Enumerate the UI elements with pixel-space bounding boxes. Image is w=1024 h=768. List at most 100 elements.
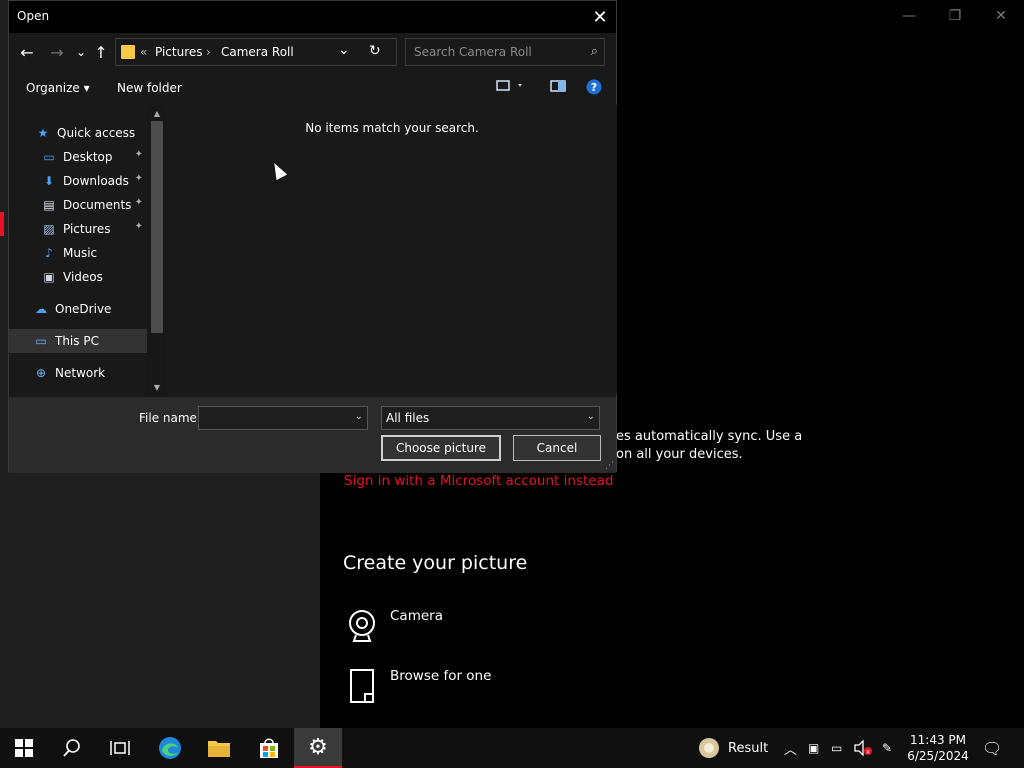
settings-taskbar-button[interactable]: ⚙: [294, 728, 342, 768]
nav-item-quick-access[interactable]: ★ Quick access: [9, 121, 147, 145]
svg-text:?: ?: [591, 81, 597, 94]
file-name-input[interactable]: [199, 407, 349, 429]
music-note-icon: ♪: [45, 246, 53, 260]
weather-widget[interactable]: Result: [698, 728, 768, 768]
nav-item-desktop[interactable]: ▭ Desktop ✦: [9, 145, 147, 169]
address-overflow-icon: «: [140, 45, 148, 59]
close-window-button[interactable]: ✕: [978, 6, 1024, 26]
edge-browser-icon: [159, 737, 181, 759]
new-folder-button[interactable]: New folder: [117, 81, 182, 95]
resize-grip-icon[interactable]: ⋰: [605, 461, 614, 471]
camera-option-label: Camera: [390, 608, 443, 624]
nav-item-videos[interactable]: ▣ Videos: [9, 265, 147, 289]
navigation-bar: ← → ⌄ ↑ « Pictures › Camera Roll ⌄ ↻ Sea…: [9, 33, 616, 71]
minimize-button[interactable]: —: [886, 6, 932, 26]
empty-message: No items match your search.: [305, 121, 479, 135]
maximize-button[interactable]: ❐: [932, 6, 978, 26]
search-input[interactable]: Search Camera Roll: [414, 45, 532, 59]
volume-muted-icon[interactable]: x: [854, 728, 872, 768]
open-dialog: Open ✕ ← → ⌄ ↑ « Pictures › Camera Roll …: [8, 0, 617, 473]
network-status-icon[interactable]: ▭: [831, 728, 842, 768]
breadcrumb-pictures[interactable]: Pictures: [155, 45, 203, 59]
browse-option-label: Browse for one: [390, 668, 492, 684]
search-icon: ⌕: [590, 44, 598, 59]
nav-item-this-pc[interactable]: ▭ This PC: [9, 329, 147, 353]
nav-item-label: Music: [63, 246, 98, 260]
file-type-select[interactable]: All files ⌄: [381, 406, 600, 430]
up-arrow-icon[interactable]: ↑: [91, 42, 111, 62]
nav-item-label: Pictures: [63, 222, 111, 236]
edge-taskbar-button[interactable]: [146, 728, 194, 768]
refresh-icon[interactable]: ↻: [369, 43, 381, 59]
nav-item-music[interactable]: ♪ Music: [9, 241, 147, 265]
nav-scrollbar-thumb[interactable]: [151, 121, 163, 333]
breadcrumb-camera-roll[interactable]: Camera Roll: [221, 45, 294, 59]
create-picture-heading: Create your picture: [343, 552, 528, 574]
store-bag-icon: [260, 738, 278, 758]
forward-arrow-icon[interactable]: →: [47, 42, 67, 62]
start-button[interactable]: [0, 728, 48, 768]
navigation-pane: ★ Quick access ▭ Desktop ✦ ⬇ Downloads ✦…: [9, 105, 165, 395]
sidebar-selection-indicator: [0, 212, 4, 236]
notification-center-icon[interactable]: 🗨: [982, 728, 1002, 768]
download-arrow-icon: ⬇: [43, 174, 55, 188]
video-icon: ▣: [43, 270, 55, 284]
system-clock[interactable]: 11:43 PM 6/25/2024: [906, 732, 970, 764]
nav-item-label: Network: [55, 366, 106, 380]
chevron-down-icon[interactable]: ⌄: [587, 411, 595, 422]
file-list[interactable]: No items match your search.: [167, 105, 617, 395]
nav-item-pictures[interactable]: ▨ Pictures ✦: [9, 217, 147, 241]
pin-icon: ✦: [134, 149, 143, 160]
weather-result-icon: [699, 738, 719, 758]
back-arrow-icon[interactable]: ←: [17, 42, 37, 62]
help-icon[interactable]: ?: [586, 79, 602, 98]
pin-icon: ✦: [134, 221, 143, 232]
pen-workspace-icon[interactable]: ✎: [882, 728, 892, 768]
scroll-up-icon[interactable]: ▲: [151, 107, 163, 119]
desktop-icon: ▭: [43, 150, 55, 164]
camera-option[interactable]: Camera: [344, 608, 443, 644]
cloud-icon: ☁: [35, 302, 47, 316]
browse-option[interactable]: Browse for one: [344, 668, 491, 704]
view-options-icon[interactable]: [496, 79, 526, 96]
task-view-button[interactable]: [96, 728, 144, 768]
choose-picture-button[interactable]: Choose picture: [381, 435, 501, 461]
microsoft-account-link[interactable]: Sign in with a Microsoft account instead: [344, 473, 613, 489]
pin-icon: ✦: [134, 197, 143, 208]
command-bar: Organize ▾ New folder ?: [9, 73, 616, 103]
chevron-down-icon[interactable]: ⌄: [355, 411, 363, 422]
clock-time: 11:43 PM: [910, 733, 966, 747]
file-name-combobox[interactable]: ⌄: [198, 406, 368, 430]
svg-text:x: x: [866, 749, 870, 756]
preview-pane-icon[interactable]: [550, 80, 566, 95]
nav-item-label: Documents: [63, 198, 132, 212]
dialog-close-button[interactable]: ✕: [584, 1, 616, 33]
weather-result-label: Result: [728, 740, 769, 756]
meet-now-icon[interactable]: ▣: [808, 728, 819, 768]
folder-icon: [121, 45, 135, 59]
nav-item-network[interactable]: ⊕ Network: [9, 361, 147, 385]
windows-logo-icon: [15, 739, 33, 757]
organize-menu-button[interactable]: Organize ▾: [26, 81, 90, 95]
file-explorer-taskbar-button[interactable]: [195, 728, 243, 768]
search-taskbar-button[interactable]: [48, 728, 96, 768]
nav-item-onedrive[interactable]: ☁ OneDrive: [9, 297, 147, 321]
show-hidden-icons-button[interactable]: ︿: [784, 728, 797, 768]
store-taskbar-button[interactable]: [245, 728, 293, 768]
nav-item-label: OneDrive: [55, 302, 112, 316]
nav-item-downloads[interactable]: ⬇ Downloads ✦: [9, 169, 147, 193]
recent-locations-chevron-icon[interactable]: ⌄: [71, 42, 91, 62]
dialog-titlebar[interactable]: Open ✕: [9, 1, 616, 33]
nav-item-label: Downloads: [63, 174, 129, 188]
nav-item-label: Desktop: [63, 150, 113, 164]
address-dropdown-chevron-icon[interactable]: ⌄: [338, 42, 350, 58]
address-bar[interactable]: « Pictures › Camera Roll ⌄ ↻: [115, 38, 397, 66]
cancel-button[interactable]: Cancel: [513, 435, 601, 461]
breadcrumb-separator-icon: ›: [206, 45, 211, 59]
network-icon: ⊕: [35, 366, 47, 380]
pin-icon: ✦: [134, 173, 143, 184]
nav-item-documents[interactable]: ▤ Documents ✦: [9, 193, 147, 217]
search-box[interactable]: Search Camera Roll ⌕: [405, 38, 605, 66]
file-icon: [344, 668, 380, 704]
scroll-down-icon[interactable]: ▼: [151, 381, 163, 393]
